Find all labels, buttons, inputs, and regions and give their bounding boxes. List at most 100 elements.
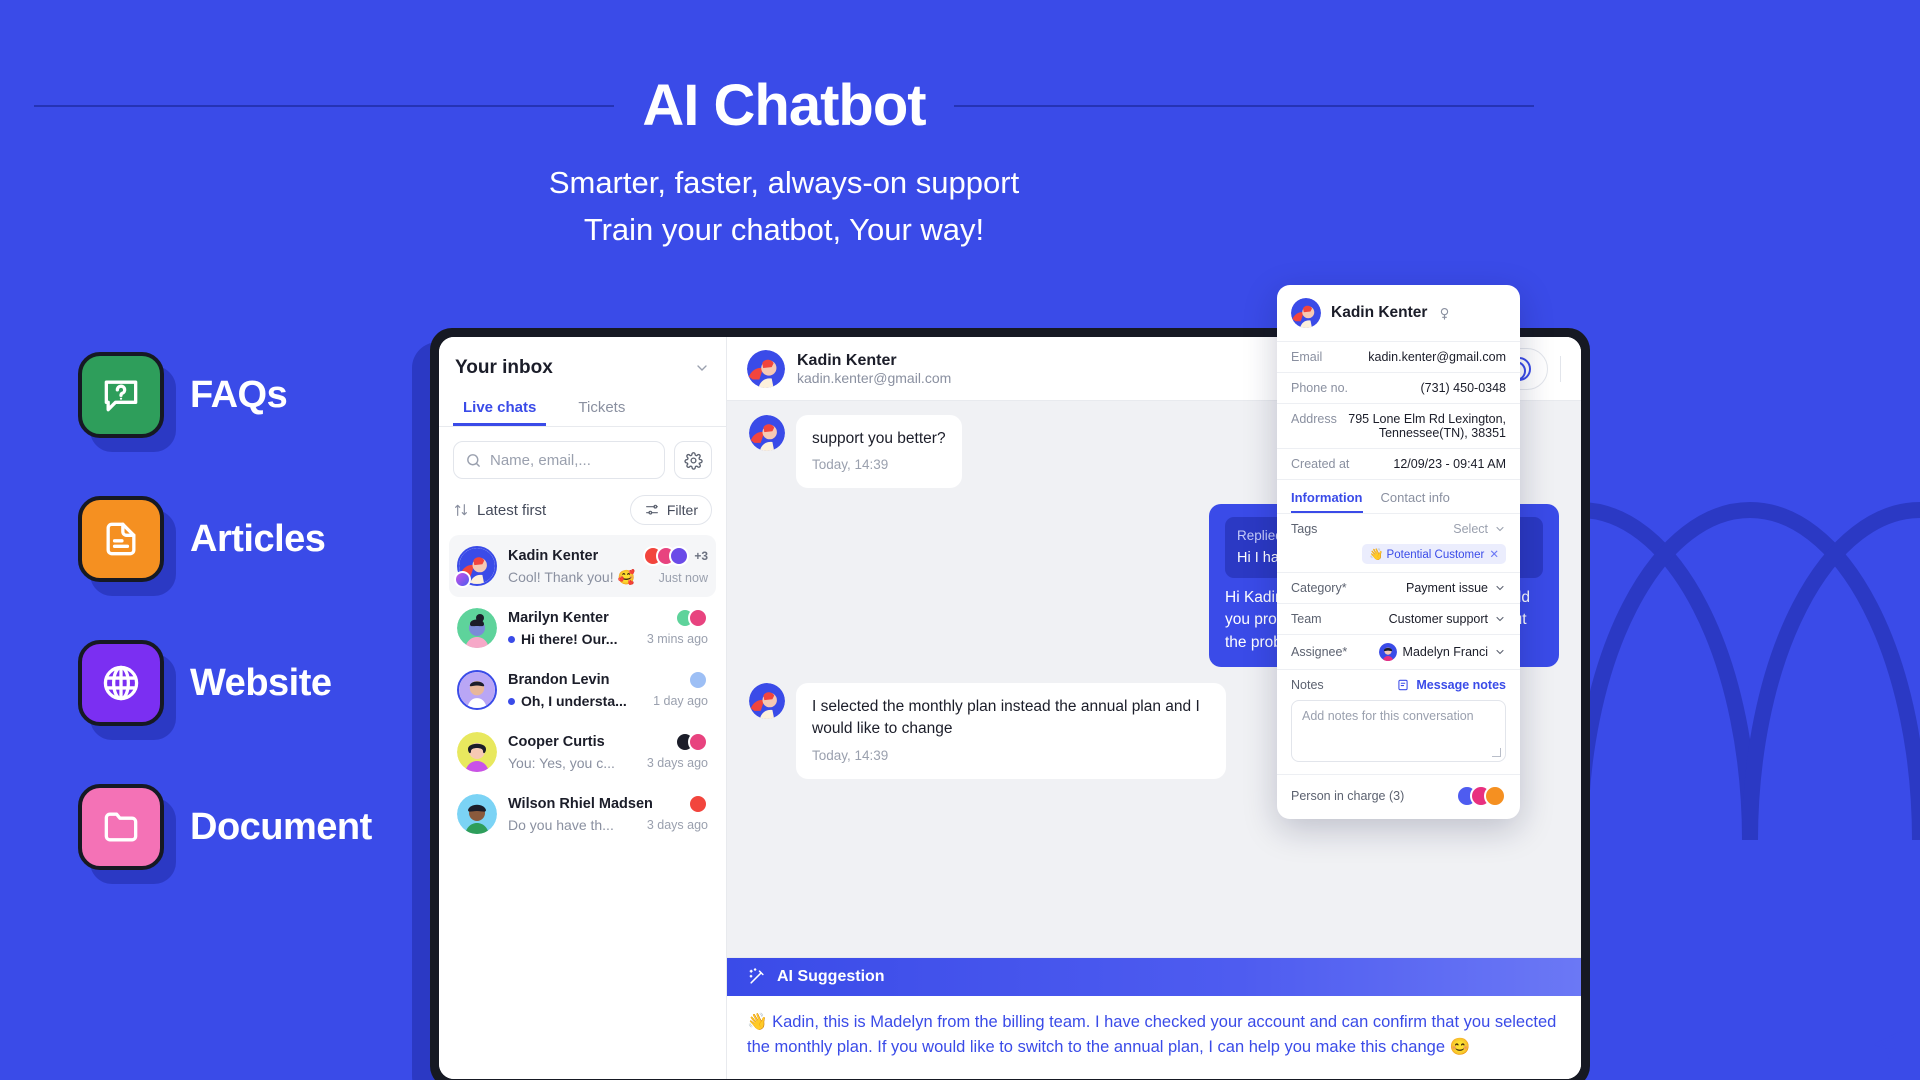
list-item-time: 3 days ago (646, 818, 708, 832)
message-notes-link[interactable]: Message notes (1396, 678, 1506, 692)
unread-dot (508, 635, 515, 643)
contact-field-phone: Phone no. (731) 450-0348 (1277, 372, 1520, 403)
notes-label: Notes (1291, 678, 1324, 692)
message-time: Today, 14:39 (812, 747, 889, 763)
search-box[interactable] (453, 441, 665, 479)
ai-suggestion-title: AI Suggestion (777, 967, 885, 985)
filter-icon (644, 502, 660, 518)
tab-tickets[interactable]: Tickets (568, 391, 635, 426)
chevron-down-icon (1496, 649, 1504, 655)
list-item-time: 3 days ago (646, 756, 708, 770)
contact-field-created-at: Created at 12/09/23 - 09:41 AM (1277, 448, 1520, 479)
avatar (457, 608, 497, 648)
team-select[interactable]: Customer support (1389, 612, 1506, 626)
chevron-down-icon[interactable] (694, 360, 710, 376)
message-bubble: I selected the monthly plan instead the … (796, 683, 1226, 779)
tags-select[interactable]: Select (1453, 522, 1506, 536)
message-bubble: support you better? Today, 14:39 (796, 415, 962, 489)
notes-icon (1398, 679, 1408, 691)
send-icon[interactable] (1872, 1028, 1906, 1062)
team-label: Team (1291, 612, 1322, 626)
participant-avatars (688, 794, 708, 814)
inbox-sort-row: Latest first Filter (439, 487, 726, 535)
question-chat-icon (78, 352, 164, 438)
assignee-select[interactable]: Madelyn Franci (1378, 643, 1506, 661)
contact-card: Kadin Kenter Email kadin.kenter@gmail.co… (1277, 285, 1520, 819)
messenger-badge-icon (454, 571, 471, 588)
field-label: Created at (1291, 457, 1350, 471)
avatar (1291, 298, 1321, 328)
team-row: Team Customer support (1277, 603, 1520, 634)
tags-label: Tags (1291, 522, 1318, 536)
contact-field-address: Address 795 Lone Elm Rd Lexington, Tenne… (1277, 403, 1520, 448)
notes-textarea[interactable]: Add notes for this conversation (1291, 700, 1506, 762)
list-item[interactable]: Cooper Curtis You: Yes, you c... 3 days … (449, 721, 716, 783)
avatar (454, 546, 497, 588)
chevron-down-icon (1496, 526, 1504, 532)
tags-row: Tags Select (1277, 513, 1520, 544)
contact-field-email: Email kadin.kenter@gmail.com (1277, 341, 1520, 372)
search-input[interactable] (490, 451, 653, 469)
female-icon (1437, 306, 1452, 321)
feature-item-articles[interactable]: Articles (78, 496, 372, 596)
contact-card-tabs: Information Contact info (1277, 479, 1520, 513)
globe-icon (78, 640, 164, 726)
hero-subtitle-line-1: Smarter, faster, always-on support (548, 165, 1020, 200)
page-root: AI Chatbot Smarter, faster, always-on su… (0, 0, 1920, 1080)
category-label: Category* (1291, 581, 1347, 595)
hero-subtitle-line-2: Train your chatbot, Your way! (583, 211, 985, 247)
participant-overflow-count: +3 (694, 549, 708, 563)
avatar (457, 732, 497, 772)
filter-button[interactable]: Filter (629, 495, 712, 525)
list-item[interactable]: Wilson Rhiel Madsen Do you have th... 3 … (449, 783, 716, 845)
field-value: kadin.kenter@gmail.com (1368, 350, 1506, 364)
person-in-charge-avatars[interactable] (1456, 785, 1506, 807)
close-icon[interactable]: ✕ (1489, 547, 1499, 561)
feature-item-document[interactable]: Document (78, 784, 372, 884)
list-item[interactable]: Brandon Levin Oh, I understa... 1 day ag… (449, 659, 716, 721)
tab-contact-info[interactable]: Contact info (1381, 490, 1450, 513)
inbox-panel: Your inbox Live chats Tickets Name, emai… (439, 337, 727, 1079)
list-item-message: Oh, I understa... (508, 693, 627, 709)
settings-gear-button[interactable] (674, 441, 712, 479)
sort-control[interactable]: Latest first (453, 502, 546, 519)
list-item-message: You: Yes, you c... (508, 755, 615, 771)
list-item-name: Brandon Levin (508, 672, 610, 688)
notes-row: Notes Message notes (1277, 669, 1520, 700)
message-time: Today, 14:39 (812, 457, 889, 473)
feature-item-website[interactable]: Website (78, 640, 372, 740)
search-icon (465, 452, 482, 469)
avatar (1378, 643, 1397, 661)
list-item-message: Cool! Thank you! 🥰 (508, 569, 635, 585)
avatar (749, 415, 785, 451)
inbox-search-row (439, 427, 726, 487)
conversation-contact-name: Kadin Kenter (797, 351, 897, 369)
ai-suggestion-text: 👋 Kadin, this is Madelyn from the billin… (747, 1012, 1557, 1057)
feature-item-faqs[interactable]: FAQs (78, 352, 372, 452)
field-label: Email (1291, 350, 1323, 364)
field-value: (731) 450-0348 (1420, 381, 1506, 395)
page-title: AI Chatbot (642, 73, 926, 138)
feature-label: Website (190, 661, 332, 704)
list-item-time: 1 day ago (653, 694, 708, 708)
assignee-label: Assignee* (1291, 645, 1348, 659)
sort-arrows-icon (453, 502, 469, 518)
tab-live-chats[interactable]: Live chats (453, 391, 546, 426)
message-text: support you better? (812, 430, 946, 447)
avatar (749, 683, 785, 720)
category-select[interactable]: Payment issue (1406, 581, 1506, 595)
magic-wand-icon (747, 967, 767, 987)
list-item-name: Marilyn Kenter (508, 610, 609, 626)
chevron-down-icon (1496, 616, 1504, 622)
list-item[interactable]: Kadin Kenter +3 Cool! Thank you! 🥰 Just … (449, 535, 716, 597)
tab-information[interactable]: Information (1291, 490, 1363, 513)
chat-list: Kadin Kenter +3 Cool! Thank you! 🥰 Just … (439, 535, 726, 1079)
list-item[interactable]: Marilyn Kenter Hi there! Our... 3 mins a… (449, 597, 716, 659)
list-item-message: Do you have th... (508, 817, 614, 833)
person-in-charge-label: Person in charge (3) (1291, 789, 1405, 803)
article-doc-icon (78, 496, 164, 582)
status-badge[interactable]: 👋 Potential Customer ✕ (1362, 544, 1506, 564)
feature-label: Articles (190, 517, 326, 560)
list-item-time: 3 mins ago (646, 632, 708, 646)
avatar (457, 670, 497, 710)
